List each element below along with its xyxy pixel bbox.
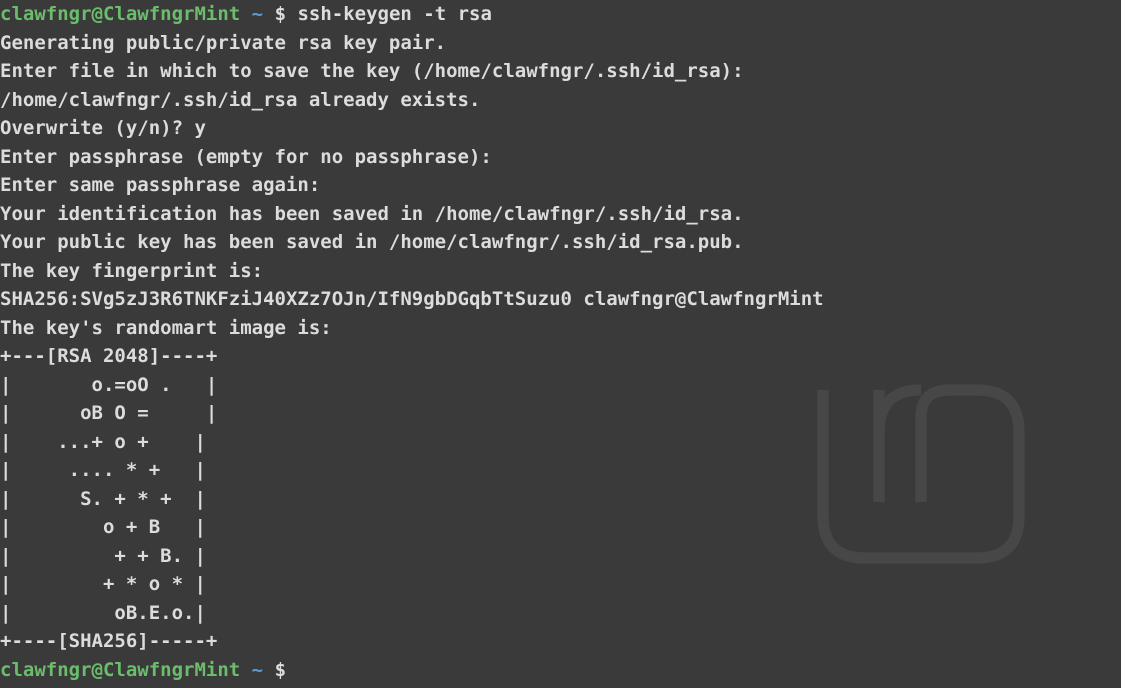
output-line: Generating public/private rsa key pair. xyxy=(0,29,1121,58)
output-line: /home/clawfngr/.ssh/id_rsa already exist… xyxy=(0,86,1121,115)
command-entered: ssh-keygen -t rsa xyxy=(297,3,491,25)
output-line: Your public key has been saved in /home/… xyxy=(0,228,1121,257)
randomart-line: | oB O = | xyxy=(0,399,1121,428)
output-line: Your identification has been saved in /h… xyxy=(0,200,1121,229)
prompt-line-1: clawfngr@ClawfngrMint ~ $ ssh-keygen -t … xyxy=(0,0,1121,29)
prompt-line-2: clawfngr@ClawfngrMint ~ $ xyxy=(0,656,1121,685)
randomart-line: | S. + * + | xyxy=(0,485,1121,514)
output-line: The key fingerprint is: xyxy=(0,257,1121,286)
randomart-line: +---[RSA 2048]----+ xyxy=(0,342,1121,371)
randomart-line: | o + B | xyxy=(0,513,1121,542)
user-host: clawfngr@ClawfngrMint xyxy=(0,3,240,25)
randomart-line: | ...+ o + | xyxy=(0,428,1121,457)
dollar: $ xyxy=(263,659,286,681)
terminal-output[interactable]: clawfngr@ClawfngrMint ~ $ ssh-keygen -t … xyxy=(0,0,1121,684)
output-line: Enter file in which to save the key (/ho… xyxy=(0,57,1121,86)
output-line: Enter passphrase (empty for no passphras… xyxy=(0,143,1121,172)
output-line: Enter same passphrase again: xyxy=(0,171,1121,200)
output-line: Overwrite (y/n)? y xyxy=(0,114,1121,143)
randomart-line: | oB.E.o.| xyxy=(0,599,1121,628)
randomart-line: | o.=oO . | xyxy=(0,371,1121,400)
path: ~ xyxy=(252,659,263,681)
user-host: clawfngr@ClawfngrMint xyxy=(0,659,240,681)
randomart-line: | .... * + | xyxy=(0,456,1121,485)
fingerprint-line: SHA256:SVg5zJ3R6TNKFziJ40XZz7OJn/IfN9gbD… xyxy=(0,285,1121,314)
randomart-line: +----[SHA256]-----+ xyxy=(0,627,1121,656)
randomart-line: | + * o * | xyxy=(0,570,1121,599)
path: ~ xyxy=(252,3,263,25)
output-line: The key's randomart image is: xyxy=(0,314,1121,343)
dollar: $ xyxy=(263,3,297,25)
randomart-line: | + + B. | xyxy=(0,542,1121,571)
